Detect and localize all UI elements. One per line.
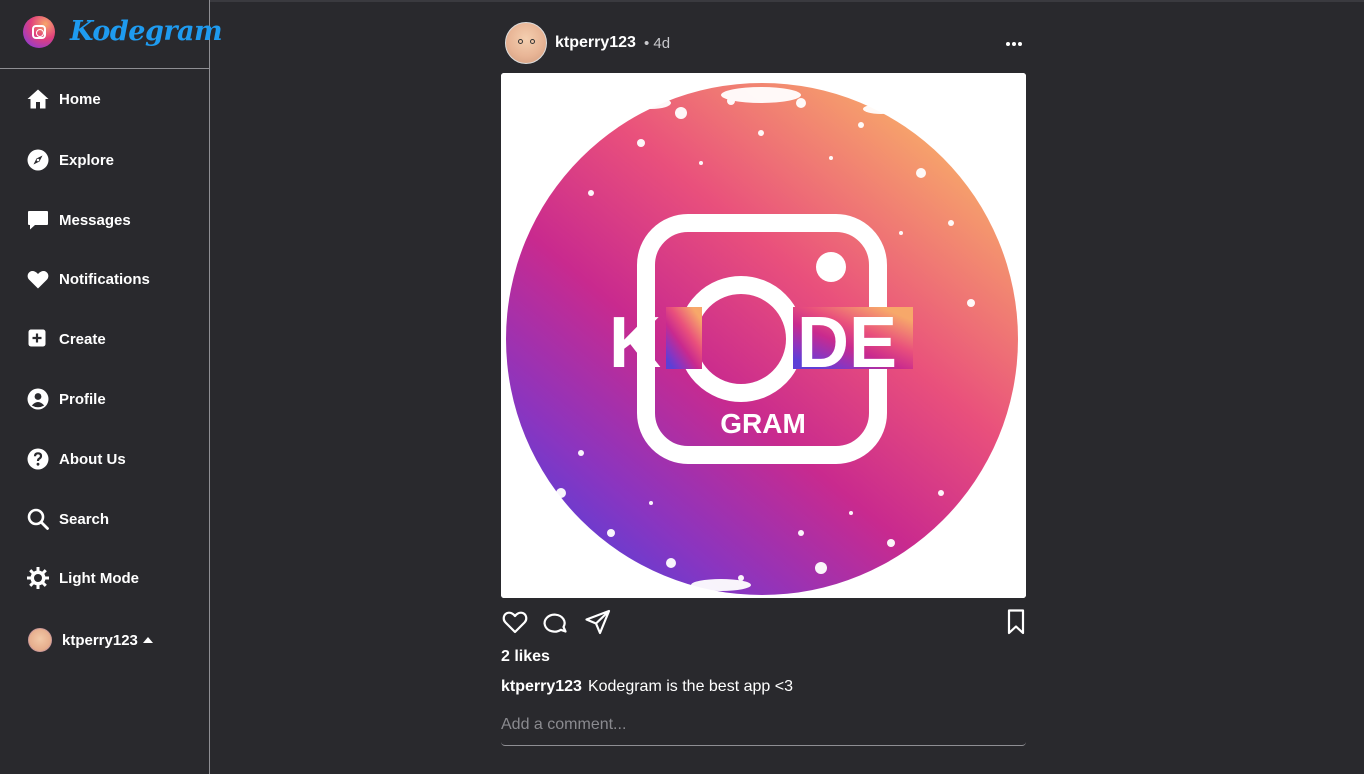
sidebar-item-label: Notifications	[59, 270, 150, 288]
brand-logo-icon[interactable]	[23, 16, 55, 48]
sidebar-item-label: About Us	[59, 450, 126, 468]
sidebar-item-light-mode[interactable]: Light Mode	[26, 563, 139, 593]
post-image[interactable]: K DE GRAM	[501, 73, 1026, 598]
comment-icon[interactable]	[541, 608, 569, 636]
sidebar-item-label: Profile	[59, 390, 106, 408]
sidebar-item-explore[interactable]: Explore	[26, 145, 114, 175]
compass-icon	[26, 148, 50, 172]
sidebar-item-label: Messages	[59, 211, 131, 229]
post-caption: ktperry123 Kodegram is the best app <3	[501, 678, 793, 696]
comment-input[interactable]	[501, 704, 1026, 746]
sidebar-item-notifications[interactable]: Notifications	[26, 264, 150, 294]
bookmark-icon[interactable]	[1003, 608, 1031, 636]
like-icon[interactable]	[501, 608, 529, 636]
message-icon	[26, 208, 50, 232]
logo-subtext: GRAM	[720, 408, 806, 439]
sidebar-item-label: Search	[59, 510, 110, 528]
heart-icon	[26, 267, 50, 291]
sidebar-item-profile[interactable]: Profile	[26, 384, 106, 414]
post-timestamp: • 4d	[644, 35, 671, 52]
likes-count[interactable]: 2 likes	[501, 648, 550, 666]
post-header: ktperry123 • 4d	[501, 20, 1026, 66]
account-username: ktperry123	[62, 631, 138, 649]
question-circle-icon	[26, 447, 50, 471]
brand-header: Kodegram	[0, 0, 223, 69]
sidebar-item-label: Light Mode	[59, 569, 139, 587]
sidebar-item-label: Create	[59, 330, 106, 348]
sidebar-item-label: Home	[59, 90, 101, 108]
sidebar-item-label: Explore	[59, 151, 115, 169]
caption-text: Kodegram is the best app <3	[587, 678, 793, 695]
brand-name[interactable]: Kodegram	[70, 16, 223, 47]
sun-icon	[26, 566, 50, 590]
avatar	[28, 628, 52, 652]
sidebar-item-messages[interactable]: Messages	[26, 205, 131, 235]
account-switcher[interactable]: ktperry123	[28, 627, 153, 653]
avatar[interactable]	[505, 22, 547, 64]
home-icon	[26, 87, 50, 111]
user-circle-icon	[26, 387, 50, 411]
sidebar-item-about-us[interactable]: About Us	[26, 444, 126, 474]
post-username[interactable]: ktperry123	[555, 34, 636, 52]
post-actions	[501, 606, 1026, 638]
logo-letter-k: K	[609, 303, 661, 383]
sidebar-item-create[interactable]: Create	[26, 324, 106, 354]
search-icon	[26, 507, 50, 531]
sidebar-item-search[interactable]: Search	[26, 504, 109, 534]
sidebar-item-home[interactable]: Home	[26, 84, 101, 114]
caption-username[interactable]: ktperry123	[501, 678, 582, 695]
share-icon[interactable]	[584, 608, 612, 636]
logo-letters-de: DE	[797, 303, 897, 383]
more-options-icon[interactable]	[1002, 32, 1026, 56]
caret-up-icon	[142, 637, 153, 643]
sidebar: Kodegram Home Explore Messages Notificat…	[0, 0, 223, 774]
plus-square-icon	[26, 327, 50, 351]
